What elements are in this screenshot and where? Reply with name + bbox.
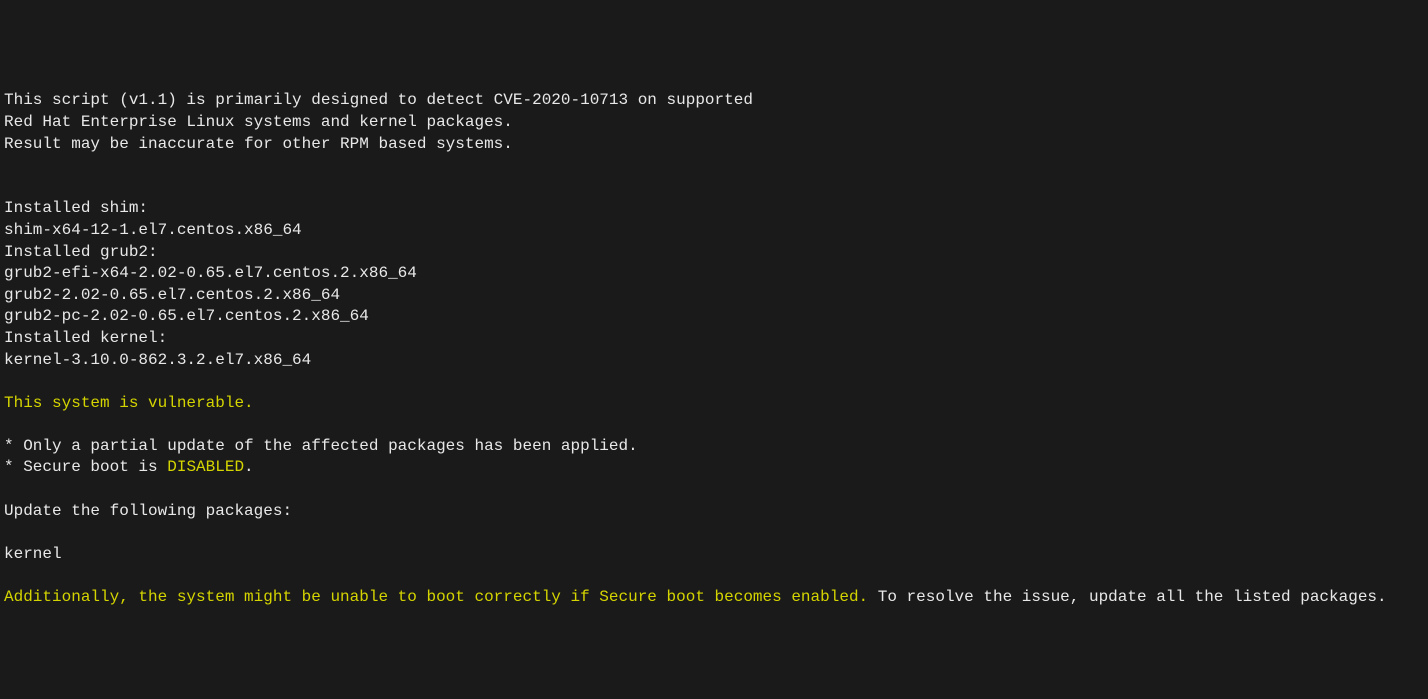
installed-grub2-label: Installed grub2: — [4, 243, 158, 261]
terminal-output: This script (v1.1) is primarily designed… — [4, 91, 1387, 606]
footer-warning: Additionally, the system might be unable… — [4, 588, 868, 606]
secure-boot-status: DISABLED — [167, 458, 244, 476]
header-line1: This script (v1.1) is primarily designed… — [4, 91, 753, 109]
update-heading: Update the following packages: — [4, 502, 292, 520]
update-package: kernel — [4, 545, 62, 563]
installed-kernel-label: Installed kernel: — [4, 329, 167, 347]
detail-bullet-2-suffix: . — [244, 458, 254, 476]
installed-kernel-package: kernel-3.10.0-862.3.2.el7.x86_64 — [4, 351, 311, 369]
header-line3: Result may be inaccurate for other RPM b… — [4, 135, 513, 153]
installed-shim-label: Installed shim: — [4, 199, 148, 217]
installed-grub2-package-1: grub2-efi-x64-2.02-0.65.el7.centos.2.x86… — [4, 264, 417, 282]
installed-grub2-package-3: grub2-pc-2.02-0.65.el7.centos.2.x86_64 — [4, 307, 369, 325]
vulnerable-status: This system is vulnerable. — [4, 394, 254, 412]
detail-bullet-1: * Only a partial update of the affected … — [4, 437, 638, 455]
installed-shim-package: shim-x64-12-1.el7.centos.x86_64 — [4, 221, 302, 239]
footer-rest: To resolve the issue, update all the lis… — [868, 588, 1386, 606]
detail-bullet-2-prefix: * Secure boot is — [4, 458, 167, 476]
installed-grub2-package-2: grub2-2.02-0.65.el7.centos.2.x86_64 — [4, 286, 340, 304]
header-line2: Red Hat Enterprise Linux systems and ker… — [4, 113, 513, 131]
